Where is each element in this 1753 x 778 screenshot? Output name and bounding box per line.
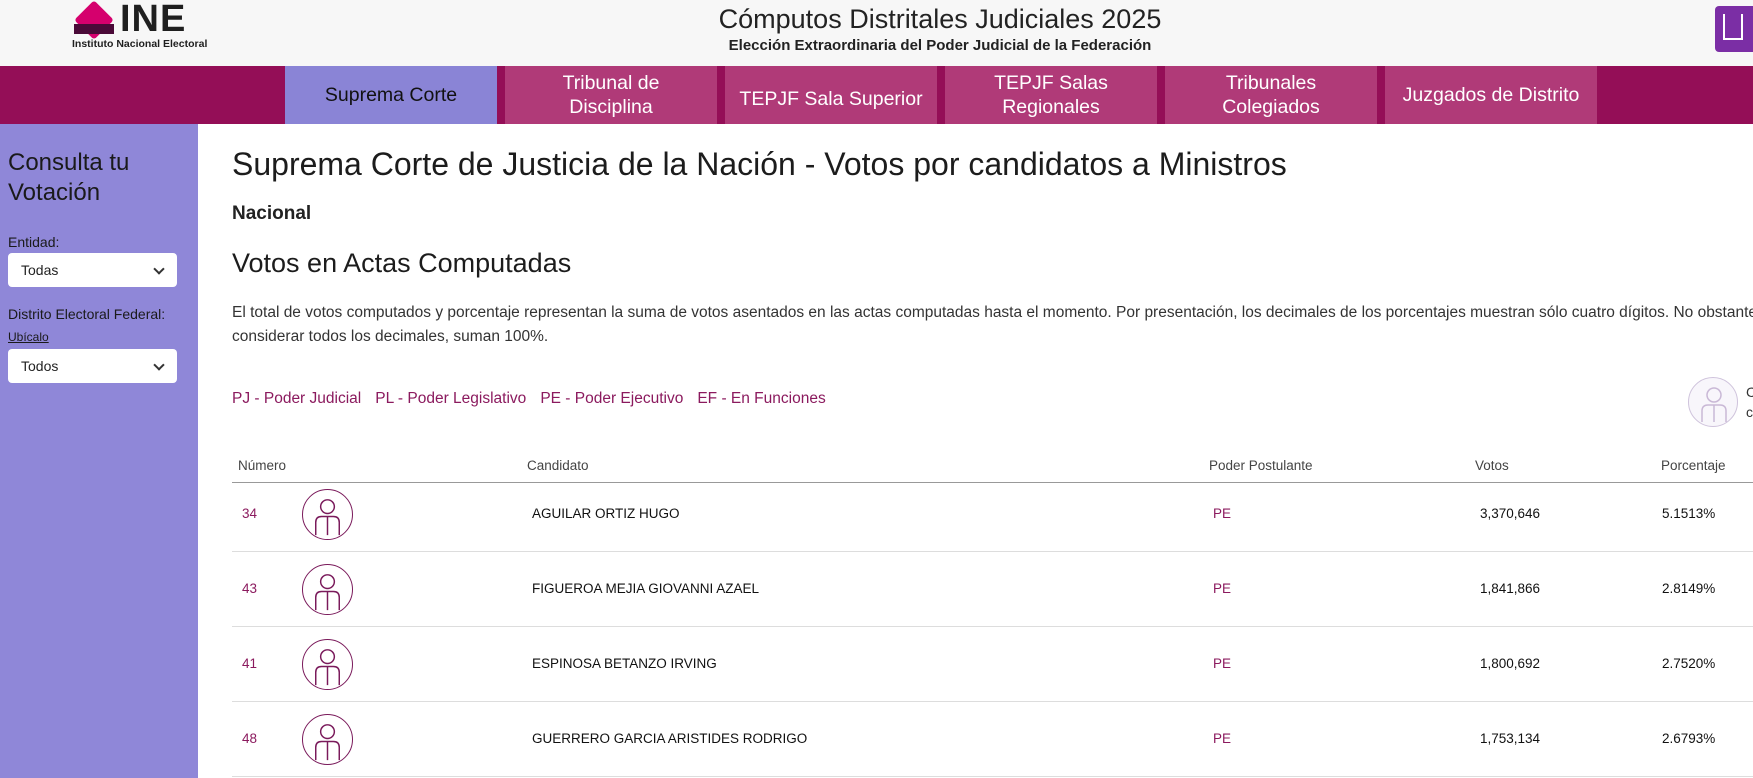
col-porcentaje[interactable]: Porcentaje bbox=[1661, 458, 1726, 473]
sidebar: Consulta tu Votación Entidad: Todas Dist… bbox=[0, 124, 198, 778]
poder-legend: PJ - Poder Judicial PL - Poder Legislati… bbox=[232, 390, 826, 408]
hint-line-2: c bbox=[1746, 404, 1753, 420]
row-porcentaje: 2.7520% bbox=[1662, 656, 1716, 671]
legend-item-pj: PJ - Poder Judicial bbox=[232, 390, 362, 407]
table-row[interactable]: 43 FIGUEROA MEJIA GIOVANNI AZAEL PE 1,84… bbox=[232, 552, 1753, 627]
row-porcentaje: 2.8149% bbox=[1662, 581, 1716, 596]
row-votos: 1,841,866 bbox=[1480, 581, 1541, 596]
tab-label: Juzgados de Distrito bbox=[1402, 84, 1580, 106]
table-row[interactable]: 41 ESPINOSA BETANZO IRVING PE 1,800,692 … bbox=[232, 627, 1753, 702]
main-content: Suprema Corte de Justicia de la Nación -… bbox=[232, 124, 1753, 778]
row-numero: 43 bbox=[242, 581, 258, 596]
candidate-avatar-icon[interactable] bbox=[302, 489, 353, 540]
section-title: Votos en Actas Computadas bbox=[232, 248, 572, 278]
main-nav: Suprema Corte Tribunal de Disciplina TEP… bbox=[0, 66, 1753, 124]
tab-tribunales-colegiados[interactable]: Tribunales Colegiados bbox=[1165, 66, 1377, 124]
tab-label: Suprema Corte bbox=[324, 84, 458, 106]
row-candidato: FIGUEROA MEJIA GIOVANNI AZAEL bbox=[532, 581, 760, 596]
avatar-hint-text: C c bbox=[1746, 382, 1753, 422]
ubicalo-link[interactable]: Ubícalo bbox=[8, 330, 49, 344]
row-numero: 34 bbox=[242, 506, 258, 521]
row-porcentaje: 5.1513% bbox=[1662, 506, 1716, 521]
tab-label: TEPJF Salas Regionales bbox=[994, 72, 1108, 118]
tab-tepjf-salas-regionales[interactable]: TEPJF Salas Regionales bbox=[945, 66, 1157, 124]
chevron-down-icon bbox=[153, 263, 165, 275]
tab-suprema-corte[interactable]: Suprema Corte bbox=[285, 66, 497, 124]
sidebar-title: Consulta tu Votación bbox=[8, 149, 130, 206]
row-poder: PE bbox=[1213, 506, 1232, 521]
col-poder-postulante[interactable]: Poder Postulante bbox=[1209, 458, 1313, 473]
scope-label: Nacional bbox=[232, 203, 312, 224]
chevron-down-icon bbox=[153, 359, 165, 371]
hint-line-1: C bbox=[1746, 384, 1753, 400]
tab-label: TEPJF Sala Superior bbox=[739, 88, 923, 110]
candidate-avatar-icon[interactable] bbox=[302, 564, 353, 615]
tab-label: Tribunal de Disciplina bbox=[562, 72, 660, 118]
legend-item-pe: PE - Poder Ejecutivo bbox=[540, 390, 684, 407]
distrito-select[interactable]: Todos bbox=[8, 349, 177, 383]
tab-tepjf-sala-superior[interactable]: TEPJF Sala Superior bbox=[725, 66, 937, 124]
legend-item-pl: PL - Poder Legislativo bbox=[375, 390, 527, 407]
row-votos: 1,753,134 bbox=[1480, 731, 1541, 746]
top-header: INE Instituto Nacional Electoral Cómputo… bbox=[0, 0, 1753, 66]
row-votos: 3,370,646 bbox=[1480, 506, 1541, 521]
legend-item-ef: EF - En Funciones bbox=[697, 390, 826, 407]
row-poder: PE bbox=[1213, 731, 1232, 746]
row-candidato: GUERRERO GARCIA ARISTIDES RODRIGO bbox=[532, 731, 808, 746]
tab-tribunal-de-disciplina[interactable]: Tribunal de Disciplina bbox=[505, 66, 717, 124]
row-candidato: ESPINOSA BETANZO IRVING bbox=[532, 656, 717, 671]
col-candidato[interactable]: Candidato bbox=[527, 458, 589, 473]
entidad-select-value: Todas bbox=[21, 262, 59, 278]
table-row[interactable]: 48 GUERRERO GARCIA ARISTIDES RODRIGO PE … bbox=[232, 702, 1753, 777]
ballot-scale-icon bbox=[1715, 6, 1753, 52]
row-poder: PE bbox=[1213, 581, 1232, 596]
tab-label: Tribunales Colegiados bbox=[1222, 72, 1320, 118]
page-title: Suprema Corte de Justicia de la Nación -… bbox=[232, 146, 1287, 182]
row-numero: 48 bbox=[242, 731, 258, 746]
candidate-avatar-icon[interactable] bbox=[302, 639, 353, 690]
row-porcentaje: 2.6793% bbox=[1662, 731, 1716, 746]
candidate-avatar-icon[interactable] bbox=[302, 714, 353, 765]
col-numero[interactable]: Número bbox=[238, 458, 286, 473]
page-header-subtitle: Elección Extraordinaria del Poder Judici… bbox=[728, 37, 1152, 54]
col-votos[interactable]: Votos bbox=[1475, 458, 1509, 473]
distrito-select-value: Todos bbox=[21, 358, 59, 374]
row-numero: 41 bbox=[242, 656, 258, 671]
description-text: El total de votos computados y porcentaj… bbox=[232, 304, 1753, 345]
row-candidato: AGUILAR ORTIZ HUGO bbox=[532, 506, 680, 521]
row-votos: 1,800,692 bbox=[1480, 656, 1541, 671]
page-header-title: Cómputos Distritales Judiciales 2025 bbox=[718, 4, 1162, 34]
row-poder: PE bbox=[1213, 656, 1232, 671]
entidad-select[interactable]: Todas bbox=[8, 253, 177, 287]
entidad-label: Entidad: bbox=[8, 234, 60, 250]
tab-juzgados-de-distrito[interactable]: Juzgados de Distrito bbox=[1385, 66, 1597, 124]
candidate-avatar-icon bbox=[1688, 377, 1738, 427]
table-row[interactable]: 34 AGUILAR ORTIZ HUGO PE 3,370,646 5.151… bbox=[232, 477, 1753, 552]
distrito-label: Distrito Electoral Federal: bbox=[8, 306, 166, 322]
